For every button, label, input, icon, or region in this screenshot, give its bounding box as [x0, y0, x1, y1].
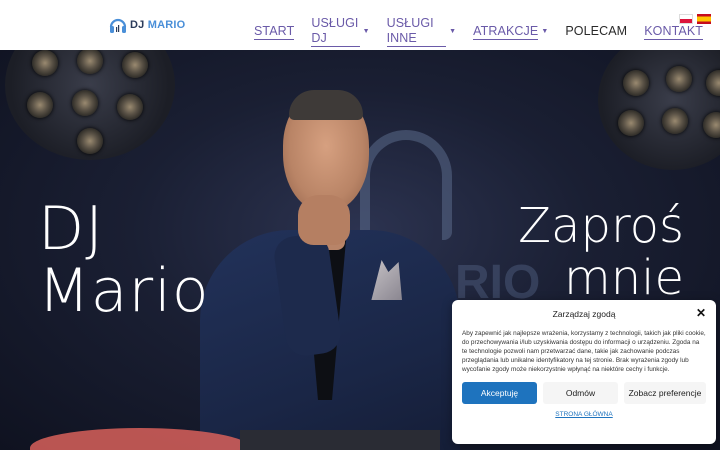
stage-light-cell	[117, 94, 143, 120]
nav-item-kontakt[interactable]: KONTAKT	[644, 24, 703, 40]
caret-down-icon: ▼	[449, 28, 457, 35]
cookie-consent-dialog: Zarządzaj zgodą ✕ Aby zapewnić jak najle…	[452, 300, 716, 444]
nav-item-uslugi-dj[interactable]: USŁUGI DJ ▼	[311, 16, 369, 47]
nav-item-label: START	[254, 23, 295, 40]
nav-item-polecam[interactable]: POLECAM	[565, 24, 627, 39]
headphones-icon	[108, 15, 128, 35]
consent-buttons: Akceptuję Odmów Zobacz preferencje	[462, 382, 706, 404]
stage-light-cell	[618, 110, 644, 136]
caret-down-icon: ▼	[362, 28, 370, 35]
flag-pl-icon[interactable]	[679, 14, 693, 24]
hero-cta-line1: Zaproś	[518, 198, 684, 254]
stage-light-cell	[706, 70, 720, 96]
site-logo[interactable]: DJ MARIO	[108, 13, 185, 37]
dj-deck	[240, 430, 440, 450]
nav-item-start[interactable]: START	[254, 23, 295, 40]
close-icon[interactable]: ✕	[696, 306, 706, 320]
stage-light-cell	[72, 90, 98, 116]
stage-light-cell	[703, 112, 720, 138]
stage-light-cell	[666, 66, 692, 92]
nav-item-label: KONTAKT	[644, 23, 703, 40]
flag-es-icon[interactable]	[697, 14, 711, 24]
stage-light-left	[5, 50, 175, 160]
person-hand	[298, 195, 350, 245]
home-page-link[interactable]: STRONA GŁÓWNA	[462, 411, 706, 418]
main-nav: START USŁUGI DJ ▼ USŁUGI INNE ▼ ATRAKCJE…	[254, 16, 720, 47]
stage-light-cell	[122, 52, 148, 78]
stage-light-cell	[662, 108, 688, 134]
logo-prefix: DJ	[130, 19, 145, 31]
accept-button[interactable]: Akceptuję	[462, 382, 537, 404]
consent-title: Zarządzaj zgodą	[552, 309, 616, 319]
site-header: DJ MARIO START USŁUGI DJ ▼ USŁUGI INNE ▼…	[0, 0, 720, 50]
person-hair	[289, 90, 363, 120]
hero-title-line1: DJ	[38, 194, 104, 264]
nav-item-label: POLECAM	[565, 24, 628, 38]
nav-item-label: USŁUGI INNE	[386, 16, 447, 47]
hero-title: DJ Mario	[38, 198, 210, 322]
stage-light-cell	[77, 50, 103, 74]
hero-cta-line2: mnie	[563, 250, 684, 306]
nav-item-uslugi-inne[interactable]: USŁUGI INNE ▼	[386, 16, 457, 47]
stage-light-cell	[623, 70, 649, 96]
stage-light-cell	[32, 50, 58, 76]
nav-item-label: USŁUGI DJ	[311, 16, 360, 47]
stage-light-cell	[77, 128, 103, 154]
caret-down-icon: ▼	[541, 28, 549, 35]
stage-light-right	[598, 50, 720, 170]
stage-light-cell	[27, 92, 53, 118]
nav-item-atrakcje[interactable]: ATRAKCJE ▼	[473, 24, 548, 40]
deny-button[interactable]: Odmów	[543, 382, 618, 404]
logo-name: MARIO	[147, 19, 186, 31]
nav-item-label: ATRAKCJE	[473, 23, 539, 40]
consent-body: Aby zapewnić jak najlepsze wrażenia, kor…	[462, 330, 706, 373]
hero-title-line2: Mario	[38, 256, 210, 326]
background-headphones-logo	[360, 130, 452, 240]
language-switcher	[679, 14, 715, 24]
logo-text: DJ MARIO	[130, 19, 185, 31]
hero-cta: Zaproś mnie	[518, 200, 684, 304]
preferences-button[interactable]: Zobacz preferencje	[624, 382, 706, 404]
